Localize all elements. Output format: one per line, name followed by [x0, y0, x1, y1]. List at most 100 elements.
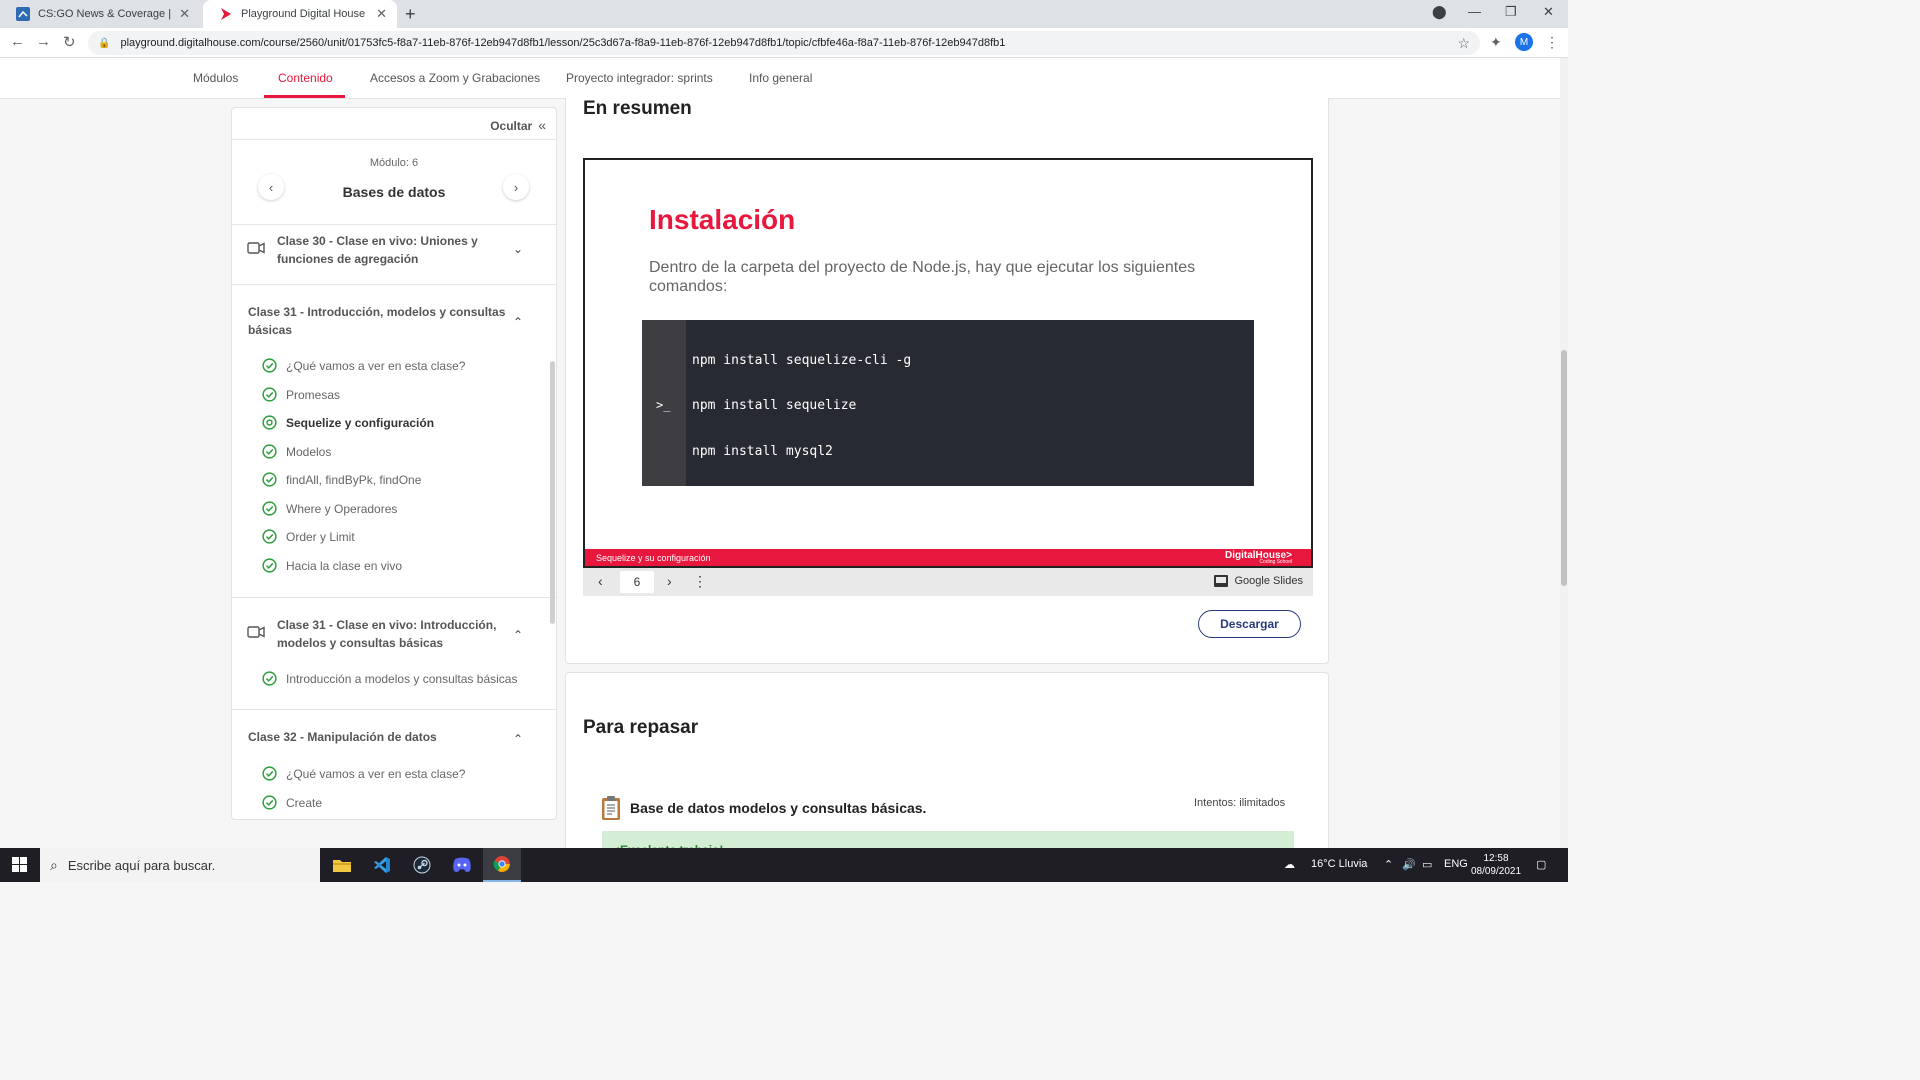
section-title-clase30-vivo[interactable]: Clase 30 - Clase en vivo: Uniones y funci…	[277, 232, 478, 268]
weather-icon[interactable]: ☁	[1284, 858, 1295, 871]
lesson-item[interactable]: Promesas	[262, 387, 340, 402]
google-slides-label: Google Slides	[1234, 575, 1304, 587]
vscode-icon[interactable]	[363, 848, 401, 882]
embedded-slide[interactable]: Instalación Dentro de la carpeta del pro…	[583, 158, 1313, 568]
prev-slide-icon[interactable]: ‹	[598, 573, 603, 589]
nav-zoom-grabaciones[interactable]: Accesos a Zoom y Grabaciones	[370, 71, 540, 85]
volume-icon[interactable]: 🔊	[1402, 858, 1416, 871]
current-lesson-icon	[262, 415, 277, 430]
lesson-item-current[interactable]: Sequelize y configuración	[262, 415, 434, 430]
close-tab-icon[interactable]: ✕	[376, 6, 387, 22]
taskbar-search-input[interactable]: ⌕ Escribe aquí para buscar.	[40, 848, 320, 882]
tray-chevron-up-icon[interactable]: ⌃	[1384, 858, 1393, 871]
notifications-icon[interactable]: ▢	[1536, 858, 1546, 871]
bookmark-star-icon[interactable]: ☆	[1457, 35, 1470, 52]
google-slides-link[interactable]: Google Slides	[1213, 575, 1304, 587]
windows-taskbar: ⌕ Escribe aquí para buscar. ☁ 16°C Lluvia…	[0, 848, 1568, 882]
check-circle-icon	[262, 795, 277, 810]
lesson-item[interactable]: Hacia la clase en vivo	[262, 558, 402, 573]
hide-sidebar-button[interactable]: Ocultar «	[490, 117, 546, 133]
nav-contenido[interactable]: Contenido	[278, 71, 333, 85]
close-window-icon[interactable]: ✕	[1543, 4, 1554, 20]
divider	[232, 284, 556, 285]
close-tab-icon[interactable]: ✕	[179, 6, 190, 22]
double-chevron-left-icon: «	[538, 117, 546, 133]
divider	[232, 224, 556, 225]
chevron-up-icon[interactable]: ⌃	[513, 732, 523, 746]
url-input[interactable]: 🔒 playground.digitalhouse.com/course/256…	[88, 31, 1480, 55]
lesson-item[interactable]: findAll, findByPk, findOne	[262, 472, 421, 487]
weather-text[interactable]: 16°C Lluvia	[1311, 858, 1367, 870]
lesson-label: Promesas	[286, 387, 341, 402]
url-text: playground.digitalhouse.com/course/2560/…	[120, 37, 1006, 49]
next-slide-icon[interactable]: ›	[667, 573, 672, 589]
lesson-item[interactable]: Order y Limit	[262, 529, 355, 544]
chrome-icon[interactable]	[483, 848, 521, 882]
windows-start-icon[interactable]	[12, 857, 27, 872]
page-scrollbar[interactable]	[1560, 58, 1568, 848]
clock-date: 08/09/2021	[1470, 866, 1522, 877]
section-title-clase32[interactable]: Clase 32 - Manipulación de datos	[248, 728, 437, 746]
chevron-up-icon[interactable]: ⌃	[513, 315, 523, 329]
language-indicator[interactable]: ENG	[1444, 858, 1468, 870]
slides-menu-icon[interactable]: ⋮	[693, 573, 707, 590]
browser-tab-hltv[interactable]: CS:GO News & Coverage | HLTV. ✕	[0, 0, 200, 28]
browser-tab-playground[interactable]: Playground Digital House ✕	[203, 0, 397, 28]
lesson-item[interactable]: Modelos	[262, 444, 331, 459]
file-explorer-icon[interactable]	[323, 848, 361, 882]
download-button[interactable]: Descargar	[1198, 610, 1301, 638]
section-title-clase31[interactable]: Clase 31 - Introducción, modelos y consu…	[248, 303, 505, 339]
video-icon	[247, 626, 265, 638]
taskbar-clock[interactable]: 12:58 08/09/2021	[1468, 852, 1524, 878]
network-icon[interactable]: ▭	[1422, 858, 1432, 871]
new-tab-icon[interactable]: +	[405, 4, 416, 25]
chevron-up-icon[interactable]: ⌃	[513, 628, 523, 642]
tab-search-icon[interactable]: ⬤	[1432, 4, 1447, 20]
next-module-button[interactable]: ›	[503, 174, 529, 200]
quiz-attempts: Intentos: ilimitados	[1194, 797, 1286, 809]
divider	[232, 597, 556, 598]
active-tab-underline	[264, 95, 345, 98]
nav-info-general[interactable]: Info general	[749, 71, 812, 85]
steam-icon[interactable]	[403, 848, 441, 882]
lesson-item[interactable]: Introducción a modelos y consultas básic…	[262, 671, 517, 686]
search-placeholder: Escribe aquí para buscar.	[67, 857, 216, 873]
nav-modulos[interactable]: Módulos	[193, 71, 238, 85]
browser-tab-bar: CS:GO News & Coverage | HLTV. ✕ Playgrou…	[0, 0, 1568, 28]
digitalhouse-logo: DigitalHouse> Coding School	[1225, 550, 1292, 565]
clipboard-icon	[602, 796, 620, 820]
video-icon	[247, 242, 265, 254]
maximize-icon[interactable]: ❐	[1505, 4, 1517, 20]
divider	[232, 139, 556, 140]
menu-kebab-icon[interactable]: ⋮	[1545, 34, 1559, 51]
tab-title: CS:GO News & Coverage | HLTV.	[38, 8, 173, 20]
minimize-icon[interactable]: —	[1468, 4, 1481, 19]
chevron-down-icon[interactable]: ⌄	[513, 242, 523, 256]
profile-avatar[interactable]: M	[1515, 33, 1533, 51]
lesson-item[interactable]: Create	[262, 795, 322, 810]
forward-icon[interactable]: →	[36, 33, 51, 50]
discord-icon[interactable]	[443, 848, 481, 882]
lesson-item[interactable]: Where y Operadores	[262, 501, 397, 516]
check-circle-icon	[262, 671, 277, 686]
prev-module-button[interactable]: ‹	[258, 174, 284, 200]
nav-proyecto-integrador[interactable]: Proyecto integrador: sprints	[566, 71, 713, 85]
extensions-icon[interactable]: ✦	[1490, 34, 1502, 51]
check-circle-icon	[262, 387, 277, 402]
back-icon[interactable]: ←	[10, 33, 25, 50]
lesson-item[interactable]: ¿Qué vamos a ver en esta clase?	[262, 766, 465, 781]
module-label: Módulo: 6	[369, 157, 419, 169]
chevron-left-icon: ‹	[268, 179, 274, 195]
quiz-title[interactable]: Base de datos modelos y consultas básica…	[630, 800, 926, 816]
reload-icon[interactable]: ↻	[63, 33, 76, 51]
lesson-label: Where y Operadores	[286, 501, 398, 516]
lesson-item[interactable]: ¿Qué vamos a ver en esta clase?	[262, 358, 465, 373]
terminal-prompt-icon: >_	[656, 398, 671, 412]
section-title-line: funciones de agregación	[277, 252, 419, 266]
sidebar-scrollbar[interactable]	[550, 361, 555, 624]
section-title-clase31-vivo[interactable]: Clase 31 - Clase en vivo: Introducción, m…	[277, 616, 496, 652]
slide-page-input[interactable]: 6	[620, 571, 654, 593]
clock-time: 12:58	[1483, 853, 1509, 864]
lesson-label: findAll, findByPk, findOne	[286, 472, 422, 487]
page-scrollbar-thumb[interactable]	[1561, 350, 1567, 586]
